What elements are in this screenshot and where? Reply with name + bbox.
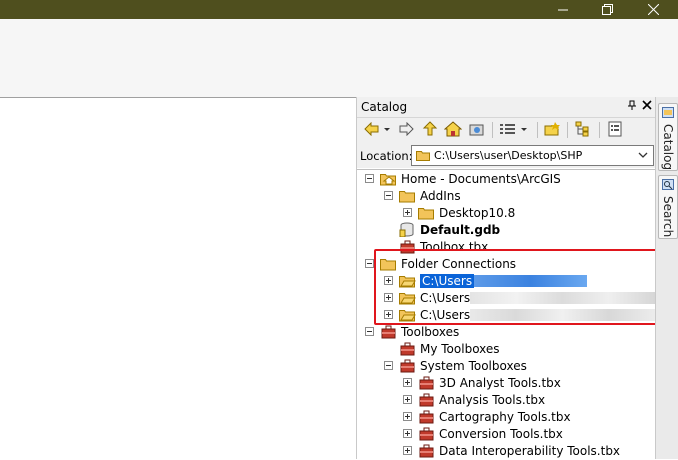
collapse-icon[interactable]: [384, 191, 393, 200]
tree-node-addins[interactable]: AddIns: [384, 187, 461, 204]
location-bar: Location: C:\Users\user\Desktop\SHP: [357, 142, 656, 168]
toolbox-icon: [418, 443, 435, 458]
folder-icon: [418, 205, 435, 220]
tree-label: Conversion Tools.tbx: [439, 426, 563, 441]
tree-node-default-gdb[interactable]: Default.gdb: [399, 221, 500, 238]
tree-label: Analysis Tools.tbx: [439, 392, 546, 407]
tree-label: Desktop10.8: [439, 205, 516, 220]
tree-node-desktop108[interactable]: Desktop10.8: [403, 204, 515, 221]
home-button[interactable]: [443, 120, 463, 140]
main-toolbar-area: [0, 19, 678, 98]
restore-icon: [601, 4, 613, 15]
tree-node-tool[interactable]: 3D Analyst Tools.tbx: [403, 374, 561, 391]
restore-button[interactable]: [584, 0, 630, 19]
tree-label: Home - Documents\ArcGIS: [401, 171, 561, 186]
home-folder-icon: [380, 171, 397, 186]
dock-tabs: Catalog Search: [655, 97, 678, 459]
toolbox-icon: [418, 409, 435, 424]
tree-node-home[interactable]: Home - Documents\ArcGIS: [365, 170, 561, 187]
close-window-button[interactable]: [630, 0, 676, 19]
back-button[interactable]: [363, 121, 393, 139]
tab-search[interactable]: Search: [658, 175, 678, 239]
app-title-bar: [0, 0, 678, 19]
forward-button[interactable]: [397, 121, 415, 139]
tab-label: Catalog: [661, 124, 675, 171]
collapse-icon[interactable]: [384, 361, 393, 370]
expand-icon[interactable]: [403, 395, 412, 404]
tree-label: Data Interoperability Tools.tbx: [439, 443, 621, 458]
toolbox-icon: [380, 324, 397, 339]
toolbox-icon: [399, 358, 416, 373]
tab-label: Search: [661, 196, 675, 238]
collapse-icon[interactable]: [365, 259, 374, 268]
expand-icon[interactable]: [403, 412, 412, 421]
geodatabase-icon: [399, 222, 416, 237]
tree-view-icon: [574, 121, 592, 140]
tree-node-tool[interactable]: Conversion Tools.tbx: [403, 425, 563, 442]
back-arrow-icon: [364, 121, 392, 139]
minimize-icon: [558, 5, 568, 15]
tree-node-toolboxes[interactable]: Toolboxes: [365, 323, 459, 340]
tree-label: Default.gdb: [420, 222, 501, 237]
connect-folder-button[interactable]: [467, 121, 487, 139]
tree-view-button[interactable]: [573, 121, 593, 139]
location-label: Location:: [360, 149, 413, 163]
new-item-icon: [543, 121, 561, 140]
catalog-tab-icon: [662, 107, 674, 121]
folder-icon: [399, 188, 416, 203]
views-dropdown[interactable]: [497, 121, 531, 139]
catalog-close-icon[interactable]: [642, 99, 652, 114]
catalog-toolbar: [357, 118, 656, 142]
expand-icon[interactable]: [403, 446, 412, 455]
auto-hide-pin-icon[interactable]: [627, 100, 637, 113]
catalog-title: Catalog: [361, 100, 408, 114]
location-value: C:\Users\user\Desktop\SHP: [434, 149, 583, 162]
highlight-box: [374, 249, 657, 325]
tree-node-my-toolboxes[interactable]: My Toolboxes: [399, 340, 500, 357]
catalog-title-bar: Catalog: [357, 97, 656, 118]
expand-icon[interactable]: [403, 378, 412, 387]
location-combobox[interactable]: C:\Users\user\Desktop\SHP: [411, 145, 654, 166]
search-tab-icon: [662, 179, 674, 193]
tree-label: My Toolboxes: [420, 341, 500, 356]
folder-icon: [416, 150, 430, 164]
expand-icon[interactable]: [403, 429, 412, 438]
tree-node-tool[interactable]: Cartography Tools.tbx: [403, 408, 571, 425]
collapse-icon[interactable]: [365, 174, 374, 183]
forward-arrow-icon: [398, 121, 414, 139]
collapse-icon[interactable]: [365, 327, 374, 336]
tree-label: AddIns: [420, 188, 461, 203]
toolbox-icon: [418, 392, 435, 407]
options-icon: [607, 121, 623, 140]
minimize-button[interactable]: [540, 0, 586, 19]
expand-icon[interactable]: [403, 208, 412, 217]
options-button[interactable]: [605, 121, 625, 139]
toolbox-icon: [418, 375, 435, 390]
close-icon: [647, 4, 659, 15]
tree-node-tool[interactable]: Data Interoperability Tools.tbx: [403, 442, 620, 459]
connect-folder-icon: [468, 121, 486, 140]
tree-label: Toolboxes: [401, 324, 460, 339]
chevron-down-icon[interactable]: [637, 149, 649, 164]
tree-label: 3D Analyst Tools.tbx: [439, 375, 561, 390]
up-one-level-icon: [422, 120, 438, 140]
tab-catalog[interactable]: Catalog: [658, 103, 678, 171]
toolbox-icon: [418, 426, 435, 441]
new-item-button[interactable]: [542, 121, 562, 139]
tree-node-system-toolboxes[interactable]: System Toolboxes: [384, 357, 527, 374]
map-view[interactable]: [0, 98, 356, 459]
home-icon: [443, 120, 463, 140]
tree-label: Cartography Tools.tbx: [439, 409, 571, 424]
tree-label: System Toolboxes: [420, 358, 527, 373]
up-one-level-button[interactable]: [421, 120, 439, 140]
views-icon: [498, 122, 530, 139]
toolbox-icon: [399, 341, 416, 356]
tree-node-tool[interactable]: Analysis Tools.tbx: [403, 391, 545, 408]
